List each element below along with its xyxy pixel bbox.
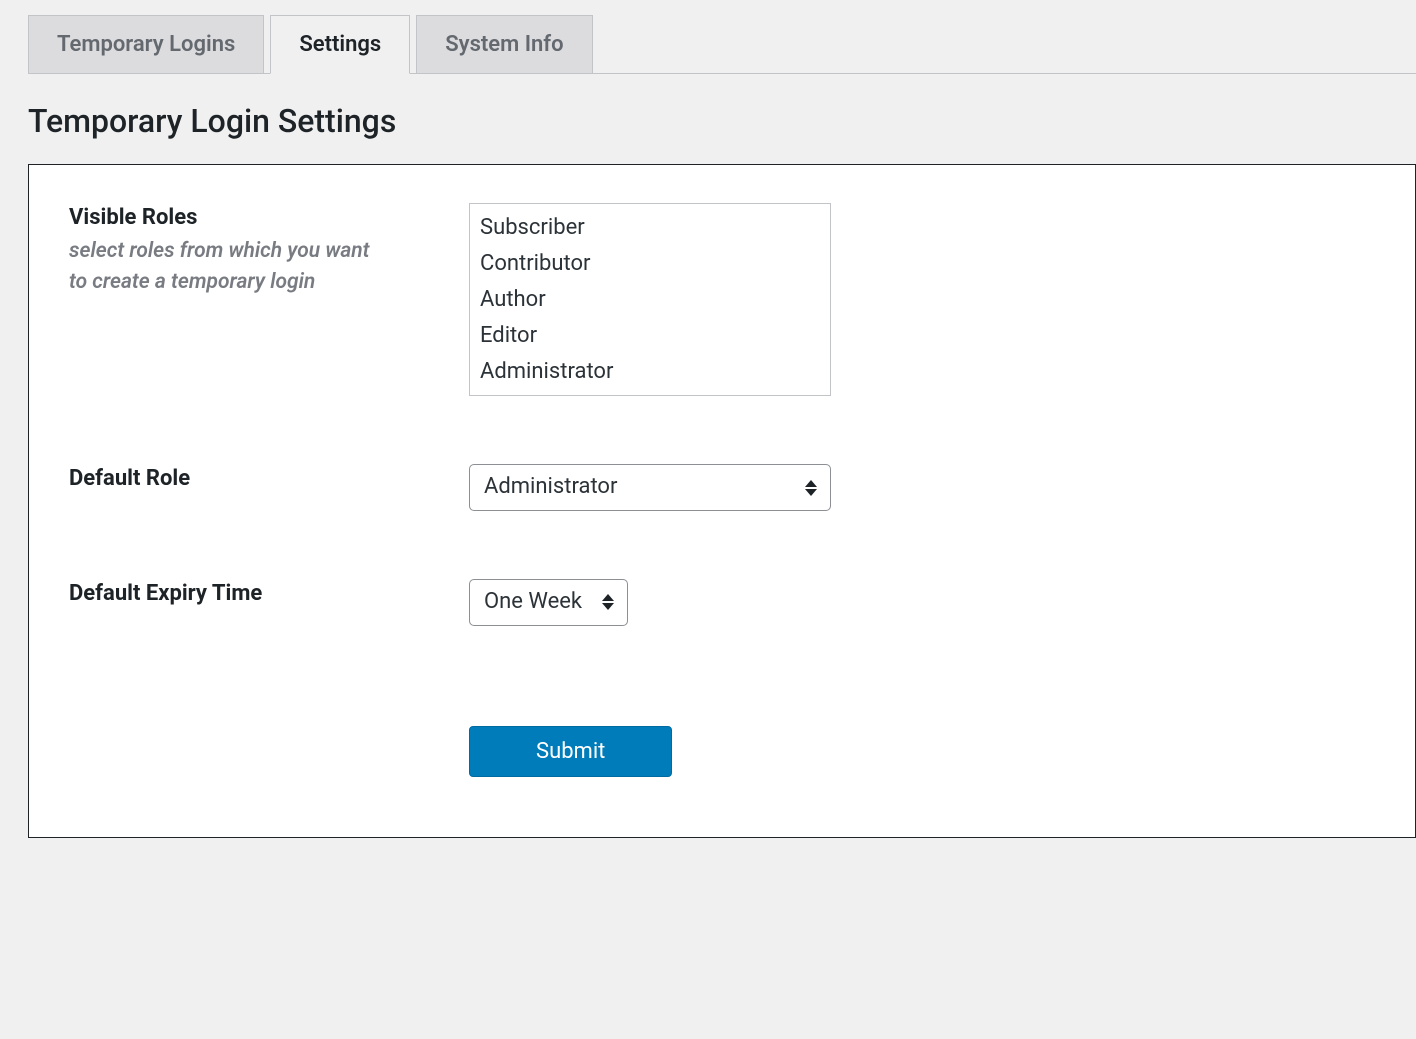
control-col: Subscriber Contributor Author Editor Adm… — [469, 203, 1375, 396]
visible-roles-description: select roles from which you want to crea… — [69, 236, 389, 299]
default-role-select[interactable]: Administrator — [469, 464, 831, 511]
tab-system-info[interactable]: System Info — [416, 15, 592, 73]
tab-temporary-logins[interactable]: Temporary Logins — [28, 15, 264, 73]
control-col: One Week — [469, 579, 1375, 626]
label-col: Default Role — [69, 464, 469, 495]
tab-label: Temporary Logins — [57, 32, 235, 57]
default-expiry-label: Default Expiry Time — [69, 579, 469, 610]
page-title: Temporary Login Settings — [28, 102, 1416, 140]
row-default-role: Default Role Administrator — [69, 464, 1375, 511]
role-option-subscriber[interactable]: Subscriber — [470, 210, 830, 246]
label-col: Visible Roles select roles from which yo… — [69, 203, 469, 299]
default-expiry-select-wrap: One Week — [469, 579, 628, 626]
role-option-editor[interactable]: Editor — [470, 318, 830, 354]
visible-roles-multiselect[interactable]: Subscriber Contributor Author Editor Adm… — [469, 203, 831, 396]
label-col: Default Expiry Time — [69, 579, 469, 610]
tab-label: Settings — [299, 32, 381, 57]
tabs-bar: Temporary Logins Settings System Info — [28, 15, 1416, 74]
default-role-select-wrap: Administrator — [469, 464, 831, 511]
tab-label: System Info — [445, 32, 563, 57]
tab-settings[interactable]: Settings — [270, 15, 410, 74]
settings-panel: Visible Roles select roles from which yo… — [28, 164, 1416, 838]
row-default-expiry: Default Expiry Time One Week — [69, 579, 1375, 626]
role-option-administrator[interactable]: Administrator — [470, 354, 830, 390]
control-col: Administrator — [469, 464, 1375, 511]
visible-roles-label: Visible Roles — [69, 203, 469, 234]
default-role-label: Default Role — [69, 464, 469, 495]
submit-row: Submit — [469, 726, 1375, 777]
row-visible-roles: Visible Roles select roles from which yo… — [69, 203, 1375, 396]
role-option-contributor[interactable]: Contributor — [470, 246, 830, 282]
submit-button[interactable]: Submit — [469, 726, 672, 777]
default-expiry-select[interactable]: One Week — [469, 579, 628, 626]
role-option-author[interactable]: Author — [470, 282, 830, 318]
